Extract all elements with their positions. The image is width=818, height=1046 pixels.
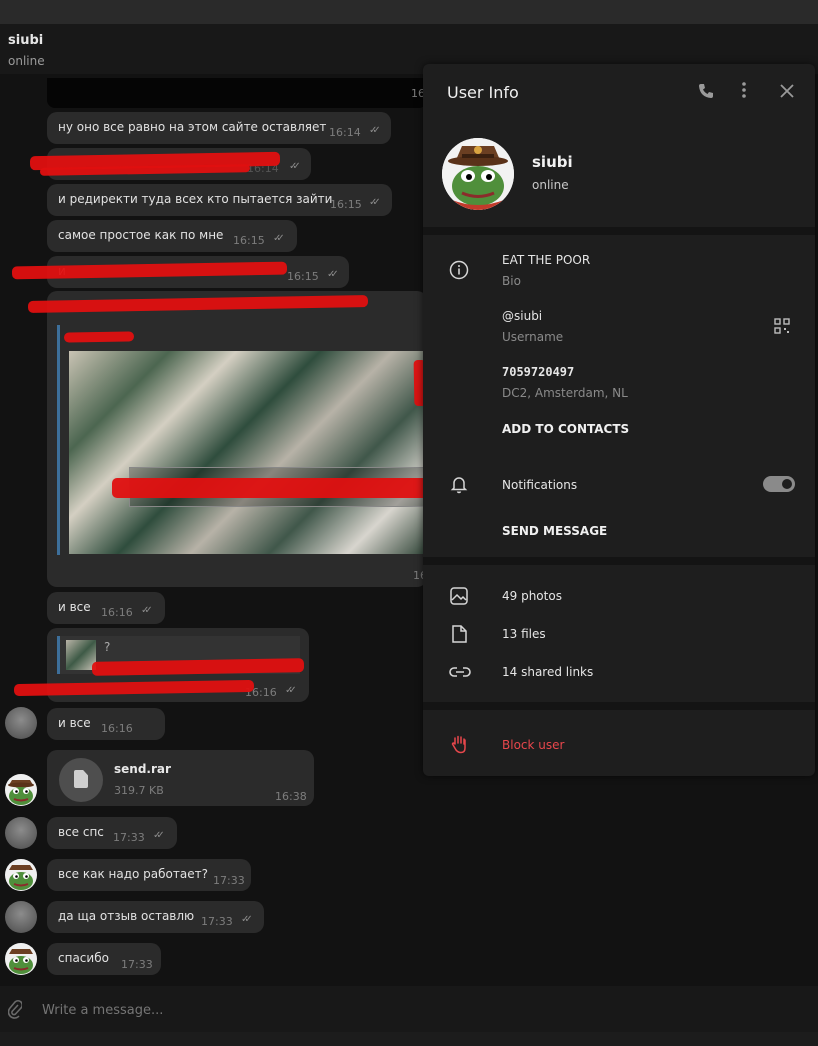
chat-title: siubi: [8, 33, 44, 48]
avatar[interactable]: [5, 707, 37, 739]
read-check-icon: ✓✓: [369, 125, 381, 136]
message-bubble[interactable]: 16: [47, 78, 427, 108]
message-composer: [0, 986, 818, 1032]
read-check-icon: ✓✓: [273, 233, 285, 244]
send-message-button[interactable]: SEND MESSAGE: [502, 524, 607, 538]
message-bubble[interactable]: все спс 17:33 ✓✓: [47, 817, 177, 849]
bell-icon: [449, 474, 469, 494]
block-user-button[interactable]: Block user: [502, 738, 564, 752]
profile-status: online: [532, 178, 569, 192]
message-time: 17:33: [113, 831, 145, 844]
message-time: 16:16: [101, 606, 133, 619]
window-title-strip: [0, 0, 818, 24]
read-check-icon: ✓✓: [241, 914, 253, 925]
message-bubble[interactable]: и все 16:16: [47, 708, 165, 740]
reply-quote-bar: [57, 325, 60, 555]
frog-avatar-image: [442, 138, 514, 210]
message-bubble[interactable]: все как надо работает? 17:33: [47, 859, 251, 891]
user-id[interactable]: 7059720497: [502, 365, 574, 379]
reply-text: ?: [104, 640, 111, 654]
panel-title: User Info: [447, 83, 519, 102]
message-bubble[interactable]: и все 16:16 ✓✓: [47, 592, 165, 624]
redaction-scribble: [63, 331, 135, 343]
message-time: 16:15: [287, 270, 319, 283]
message-bubble[interactable]: спасибо 17:33: [47, 943, 161, 975]
photo-icon: [449, 586, 469, 606]
section-divider: [423, 227, 815, 235]
file-icon: [449, 624, 469, 644]
read-check-icon: ✓✓: [327, 269, 339, 280]
info-icon: [449, 260, 469, 280]
read-check-icon: ✓✓: [285, 685, 297, 696]
message-bubble[interactable]: да ща отзыв оставлю 17:33 ✓✓: [47, 901, 264, 933]
link-icon: [449, 662, 471, 682]
frog-avatar-image: [5, 774, 37, 806]
frog-avatar-image: [5, 943, 37, 975]
read-check-icon: ✓✓: [369, 197, 381, 208]
avatar[interactable]: [5, 943, 37, 975]
message-input[interactable]: [40, 998, 544, 1022]
chat-status: online: [8, 54, 45, 68]
avatar[interactable]: [5, 901, 37, 933]
profile-avatar[interactable]: [442, 138, 514, 210]
message-time: 16:15: [233, 234, 265, 247]
file-message[interactable]: send.rar 319.7 KB 16:38: [47, 750, 314, 806]
avatar[interactable]: [5, 774, 37, 806]
taskbar: [0, 1032, 818, 1046]
message-photo[interactable]: [69, 351, 431, 554]
message-text: все спс: [58, 825, 104, 839]
read-check-icon: ✓✓: [153, 830, 165, 841]
message-bubble[interactable]: самое простое как по мне 16:15 ✓✓: [47, 220, 297, 252]
message-bubble[interactable]: и редиректи туда всех кто пытается зайти…: [47, 184, 392, 216]
attach-icon[interactable]: [7, 999, 24, 1024]
message-text: и все: [58, 716, 91, 730]
message-text: да ща отзыв оставлю: [58, 909, 195, 923]
file-icon[interactable]: [59, 758, 103, 802]
qr-code-icon[interactable]: [774, 318, 790, 339]
message-time: 16:16: [101, 722, 133, 735]
profile-name: siubi: [532, 153, 573, 171]
notifications-toggle[interactable]: [763, 476, 795, 492]
shared-links[interactable]: 14 shared links: [502, 665, 593, 679]
message-text: все как надо работает?: [58, 867, 208, 881]
close-icon[interactable]: [780, 83, 794, 103]
phone-icon[interactable]: [697, 82, 715, 105]
read-check-icon: ✓✓: [141, 605, 153, 616]
message-time: 17:33: [201, 915, 233, 928]
avatar[interactable]: [5, 817, 37, 849]
bio-label: Bio: [502, 274, 521, 288]
redaction-scribble: [112, 478, 432, 498]
message-time: 16:15: [330, 198, 362, 211]
username-text[interactable]: @siubi: [502, 309, 542, 323]
shared-files[interactable]: 13 files: [502, 627, 546, 641]
message-time: 17:33: [121, 958, 153, 971]
message-text: спасибо: [58, 951, 109, 965]
notifications-label: Notifications: [502, 478, 578, 492]
section-divider: [423, 557, 815, 565]
file-size: 319.7 KB: [114, 784, 164, 797]
message-bubble[interactable]: ну оно все равно на этом сайте оставляет…: [47, 112, 391, 144]
more-vert-icon[interactable]: [741, 81, 747, 104]
message-text: и редиректи туда всех кто пытается зайти: [58, 192, 333, 206]
username-label: Username: [502, 330, 564, 344]
section-divider: [423, 702, 815, 710]
avatar[interactable]: [5, 859, 37, 891]
add-to-contacts-button[interactable]: ADD TO CONTACTS: [502, 422, 629, 436]
bio-text: EAT THE POOR: [502, 253, 591, 267]
message-time: 16:38: [275, 790, 307, 803]
user-info-panel: User Info siubi online EAT THE POOR Bio …: [423, 64, 815, 776]
hand-stop-icon: [449, 734, 469, 754]
message-text: ну оно все равно на этом сайте оставляет: [58, 120, 327, 134]
message-text: самое простое как по мне: [58, 228, 224, 242]
datacenter-label: DC2, Amsterdam, NL: [502, 386, 628, 400]
message-text: и все: [58, 600, 91, 614]
shared-photos[interactable]: 49 photos: [502, 589, 562, 603]
frog-avatar-image: [5, 859, 37, 891]
read-check-icon: ✓✓: [289, 161, 301, 172]
message-time: 17:33: [213, 874, 245, 887]
message-time: 16:14: [329, 126, 361, 139]
file-name[interactable]: send.rar: [114, 762, 171, 776]
